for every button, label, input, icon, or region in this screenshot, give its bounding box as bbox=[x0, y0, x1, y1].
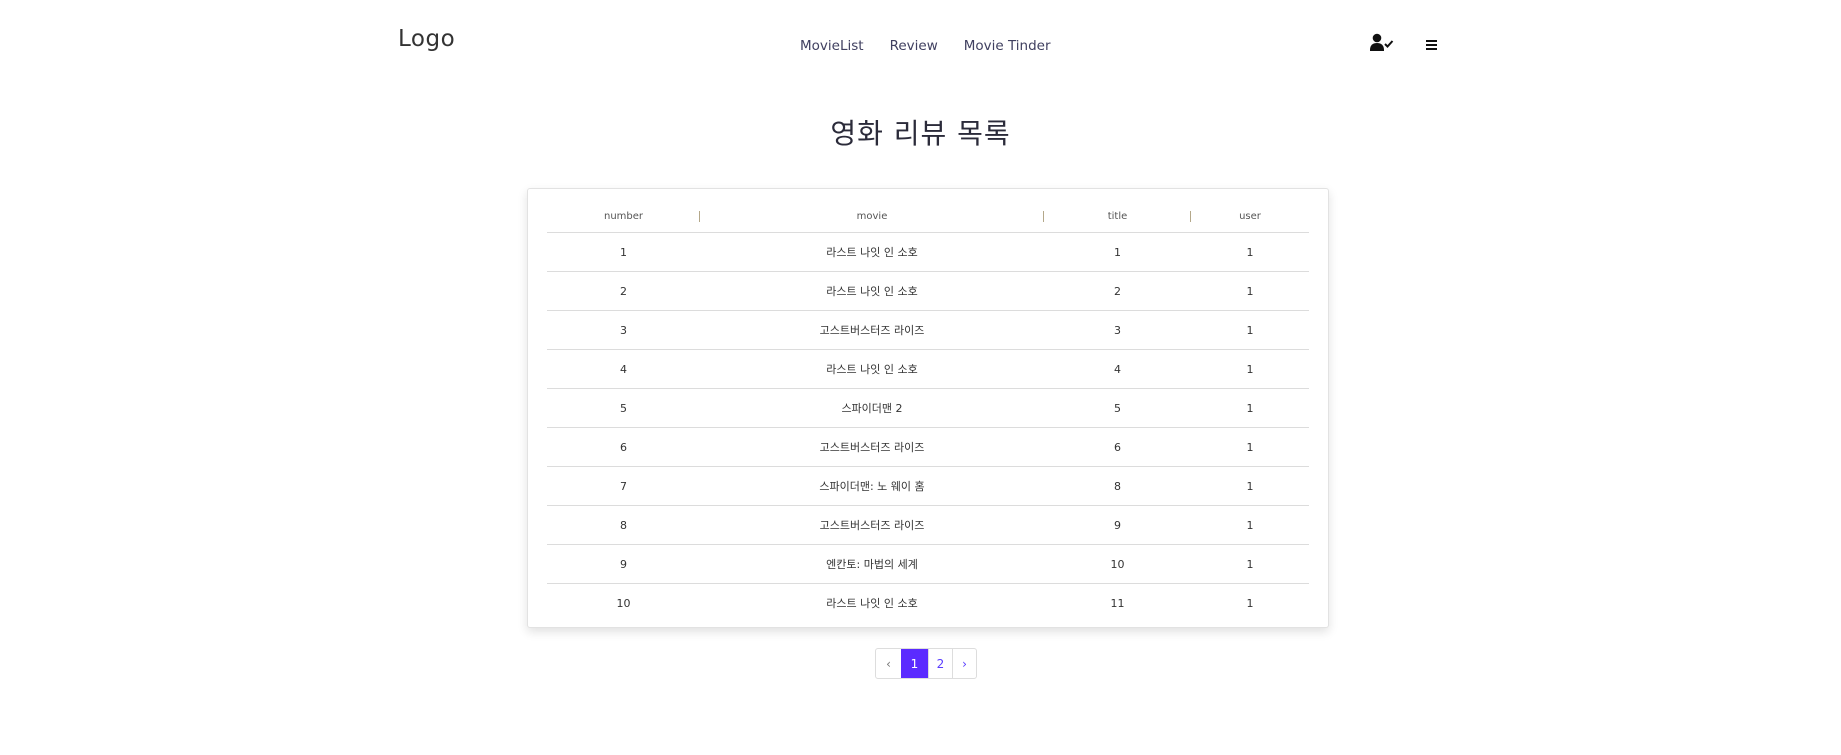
cell-title[interactable]: 2 bbox=[1044, 271, 1191, 311]
cell-number: 8 bbox=[547, 505, 700, 545]
user-check-icon[interactable] bbox=[1370, 33, 1396, 53]
cell-number: 1 bbox=[547, 232, 700, 272]
cell-title[interactable]: 10 bbox=[1044, 544, 1191, 584]
column-header-movie: movie bbox=[700, 201, 1044, 233]
page-title: 영화 리뷰 목록 bbox=[830, 117, 1011, 150]
cell-movie[interactable]: 라스트 나잇 인 소호 bbox=[700, 584, 1044, 623]
cell-movie[interactable]: 스파이더맨 2 bbox=[700, 388, 1044, 428]
cell-movie[interactable]: 라스트 나잇 인 소호 bbox=[700, 349, 1044, 389]
logo[interactable]: Logo bbox=[398, 26, 455, 52]
cell-title[interactable]: 11 bbox=[1044, 584, 1191, 623]
cell-user: 1 bbox=[1191, 349, 1309, 389]
cell-title[interactable]: 6 bbox=[1044, 427, 1191, 467]
cell-title[interactable]: 8 bbox=[1044, 466, 1191, 506]
cell-movie[interactable]: 라스트 나잇 인 소호 bbox=[700, 271, 1044, 311]
hamburger-menu-icon[interactable] bbox=[1425, 36, 1438, 50]
cell-movie[interactable]: 스파이더맨: 노 웨이 홈 bbox=[700, 466, 1044, 506]
table-row[interactable]: 3 고스트버스터즈 라이즈 3 1 bbox=[547, 310, 1309, 350]
table-row[interactable]: 4 라스트 나잇 인 소호 4 1 bbox=[547, 349, 1309, 389]
cell-user: 1 bbox=[1191, 505, 1309, 545]
cell-user: 1 bbox=[1191, 427, 1309, 467]
cell-user: 1 bbox=[1246, 596, 1254, 610]
pagination-prev-button[interactable]: ‹ bbox=[876, 649, 901, 678]
nav-links: MovieList Review Movie Tinder bbox=[800, 38, 1051, 54]
cell-number: 10 bbox=[616, 596, 631, 610]
cell-user: 1 bbox=[1191, 544, 1309, 584]
table-row[interactable]: 9 엔칸토: 마법의 세계 10 1 bbox=[547, 544, 1309, 584]
table-row[interactable]: 1 라스트 나잇 인 소호 1 1 bbox=[547, 232, 1309, 272]
cell-number: 5 bbox=[547, 388, 700, 428]
cell-title[interactable]: 4 bbox=[1044, 349, 1191, 389]
cell-movie[interactable]: 고스트버스터즈 라이즈 bbox=[700, 427, 1044, 467]
cell-movie[interactable]: 라스트 나잇 인 소호 bbox=[700, 232, 1044, 272]
nav-link-movie-tinder[interactable]: Movie Tinder bbox=[964, 38, 1051, 54]
table-row[interactable]: 5 스파이더맨 2 5 1 bbox=[547, 388, 1309, 428]
cell-user: 1 bbox=[1191, 466, 1309, 506]
review-table-card: number movie title user 1 라스트 나잇 인 소호 1 … bbox=[527, 188, 1329, 628]
cell-user: 1 bbox=[1191, 310, 1309, 350]
nav-link-movielist[interactable]: MovieList bbox=[800, 38, 864, 54]
cell-movie[interactable]: 고스트버스터즈 라이즈 bbox=[700, 505, 1044, 545]
table-row[interactable]: 6 고스트버스터즈 라이즈 6 1 bbox=[547, 427, 1309, 467]
table-header-row: number movie title user bbox=[547, 201, 1309, 233]
navbar: Logo MovieList Review Movie Tinder bbox=[0, 0, 1841, 90]
cell-movie[interactable]: 고스트버스터즈 라이즈 bbox=[700, 310, 1044, 350]
cell-user: 1 bbox=[1191, 232, 1309, 272]
pagination-page-1[interactable]: 1 bbox=[901, 649, 928, 678]
table-row[interactable]: 8 고스트버스터즈 라이즈 9 1 bbox=[547, 505, 1309, 545]
column-header-title: title bbox=[1044, 201, 1191, 233]
cell-movie[interactable]: 엔칸토: 마법의 세계 bbox=[700, 544, 1044, 584]
table-row[interactable]: 10 라스트 나잇 인 소호 11 1 bbox=[547, 584, 1309, 623]
cell-title[interactable]: 9 bbox=[1044, 505, 1191, 545]
review-table: number movie title user 1 라스트 나잇 인 소호 1 … bbox=[547, 201, 1309, 622]
cell-title[interactable]: 1 bbox=[1044, 232, 1191, 272]
cell-number: 7 bbox=[547, 466, 700, 506]
cell-number: 3 bbox=[547, 310, 700, 350]
column-header-user: user bbox=[1191, 201, 1309, 233]
cell-number: 9 bbox=[547, 544, 700, 584]
column-header-number: number bbox=[547, 201, 700, 233]
cell-user: 1 bbox=[1191, 271, 1309, 311]
pagination-page-2[interactable]: 2 bbox=[928, 649, 952, 678]
cell-title[interactable]: 5 bbox=[1044, 388, 1191, 428]
cell-number: 4 bbox=[547, 349, 700, 389]
nav-link-review[interactable]: Review bbox=[890, 38, 938, 54]
pagination-next-button[interactable]: › bbox=[952, 649, 976, 678]
pagination: ‹ 1 2 › bbox=[875, 648, 977, 679]
cell-user: 1 bbox=[1191, 388, 1309, 428]
table-row[interactable]: 2 라스트 나잇 인 소호 2 1 bbox=[547, 271, 1309, 311]
cell-number: 2 bbox=[547, 271, 700, 311]
cell-title[interactable]: 3 bbox=[1044, 310, 1191, 350]
cell-number: 6 bbox=[547, 427, 700, 467]
table-row[interactable]: 7 스파이더맨: 노 웨이 홈 8 1 bbox=[547, 466, 1309, 506]
